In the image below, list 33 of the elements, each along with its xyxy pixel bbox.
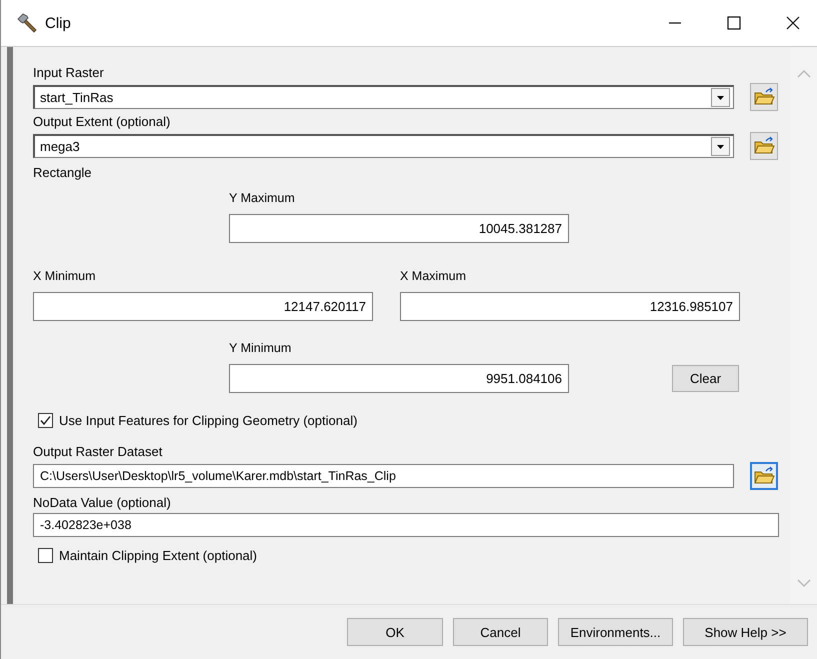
field-label: Input Raster — [33, 65, 104, 80]
dialog-button[interactable]: OK — [347, 618, 443, 646]
field-label: Output Raster Dataset — [33, 444, 162, 459]
close-icon[interactable] — [786, 16, 800, 30]
dialog-button[interactable]: Environments... — [558, 618, 673, 646]
checkbox-label: Maintain Clipping Extent (optional) — [59, 548, 257, 563]
checkbox[interactable] — [38, 548, 53, 563]
field-label: Y Minimum — [229, 341, 292, 355]
window-title: Clip — [45, 14, 71, 32]
dialog-button[interactable]: Show Help >> — [683, 618, 808, 646]
hammer-icon — [15, 12, 37, 34]
open-folder-icon[interactable] — [750, 83, 778, 111]
open-folder-icon[interactable] — [750, 132, 778, 160]
field-label: X Maximum — [400, 269, 466, 283]
section-label: Rectangle — [33, 165, 92, 180]
dialog-button[interactable]: Cancel — [453, 618, 548, 646]
field-label: NoData Value (optional) — [33, 495, 171, 510]
checkbox-label: Use Input Features for Clipping Geometry (optional) — [59, 413, 358, 428]
x-maximum-field[interactable]: 12316.985107 — [400, 292, 740, 321]
output-extent-dropdown[interactable]: mega3 — [33, 134, 734, 158]
field-label: Output Extent (optional) — [33, 114, 170, 129]
maximize-icon[interactable] — [727, 16, 741, 30]
y-maximum-field[interactable]: 10045.381287 — [229, 214, 569, 243]
checkbox[interactable] — [38, 413, 53, 428]
x-minimum-field[interactable]: 12147.620117 — [33, 292, 373, 321]
output-path-field[interactable]: C:\Users\User\Desktop\lr5_volume\Karer.mdb\start_TinRas_Clip — [33, 464, 734, 488]
field-label: X Minimum — [33, 269, 96, 283]
input-raster-dropdown[interactable]: start_TinRas — [33, 85, 734, 109]
y-minimum-field[interactable]: 9951.084106 — [229, 364, 569, 393]
clear-button[interactable]: Clear — [672, 365, 739, 392]
field-label: Y Maximum — [229, 191, 295, 205]
open-folder-icon[interactable] — [750, 462, 778, 490]
nodata-field[interactable]: -3.402823e+038 — [33, 513, 779, 537]
